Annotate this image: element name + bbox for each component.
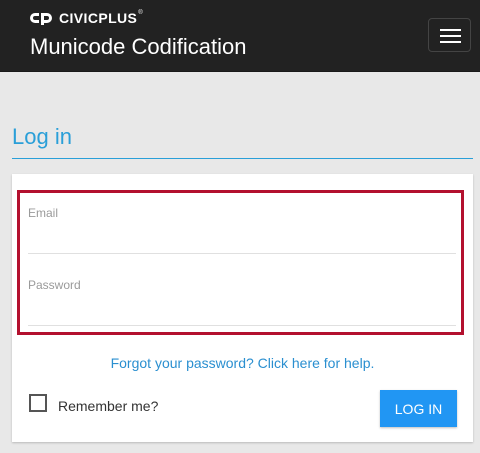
- remember-me-checkbox[interactable]: [29, 394, 47, 412]
- email-underline: [28, 253, 456, 254]
- brand-name: CIVICPLUS: [59, 10, 138, 26]
- login-card: Email Password Forgot your password? Cli…: [12, 174, 473, 442]
- hamburger-icon: [440, 41, 461, 43]
- email-label: Email: [28, 206, 59, 220]
- password-label: Password: [28, 278, 81, 292]
- app-title: Municode Codification: [30, 34, 247, 59]
- hamburger-icon: [440, 35, 461, 37]
- menu-toggle-button[interactable]: [428, 18, 471, 52]
- login-button[interactable]: LOG IN: [380, 390, 457, 427]
- password-underline: [28, 325, 456, 326]
- email-field[interactable]: [28, 226, 456, 248]
- hamburger-icon: [440, 29, 461, 31]
- brand-trademark: ®: [138, 10, 143, 16]
- page-title: Log in: [12, 124, 72, 149]
- top-navbar: CIVICPLUS ® Municode Codification: [0, 0, 480, 72]
- heading-divider: [12, 158, 473, 159]
- remember-me-label[interactable]: Remember me?: [58, 398, 158, 414]
- brand[interactable]: CIVICPLUS ®: [30, 10, 143, 26]
- civicplus-logo-icon: [30, 13, 52, 25]
- forgot-password-link[interactable]: Forgot your password? Click here for hel…: [12, 355, 473, 371]
- password-field[interactable]: [28, 298, 456, 320]
